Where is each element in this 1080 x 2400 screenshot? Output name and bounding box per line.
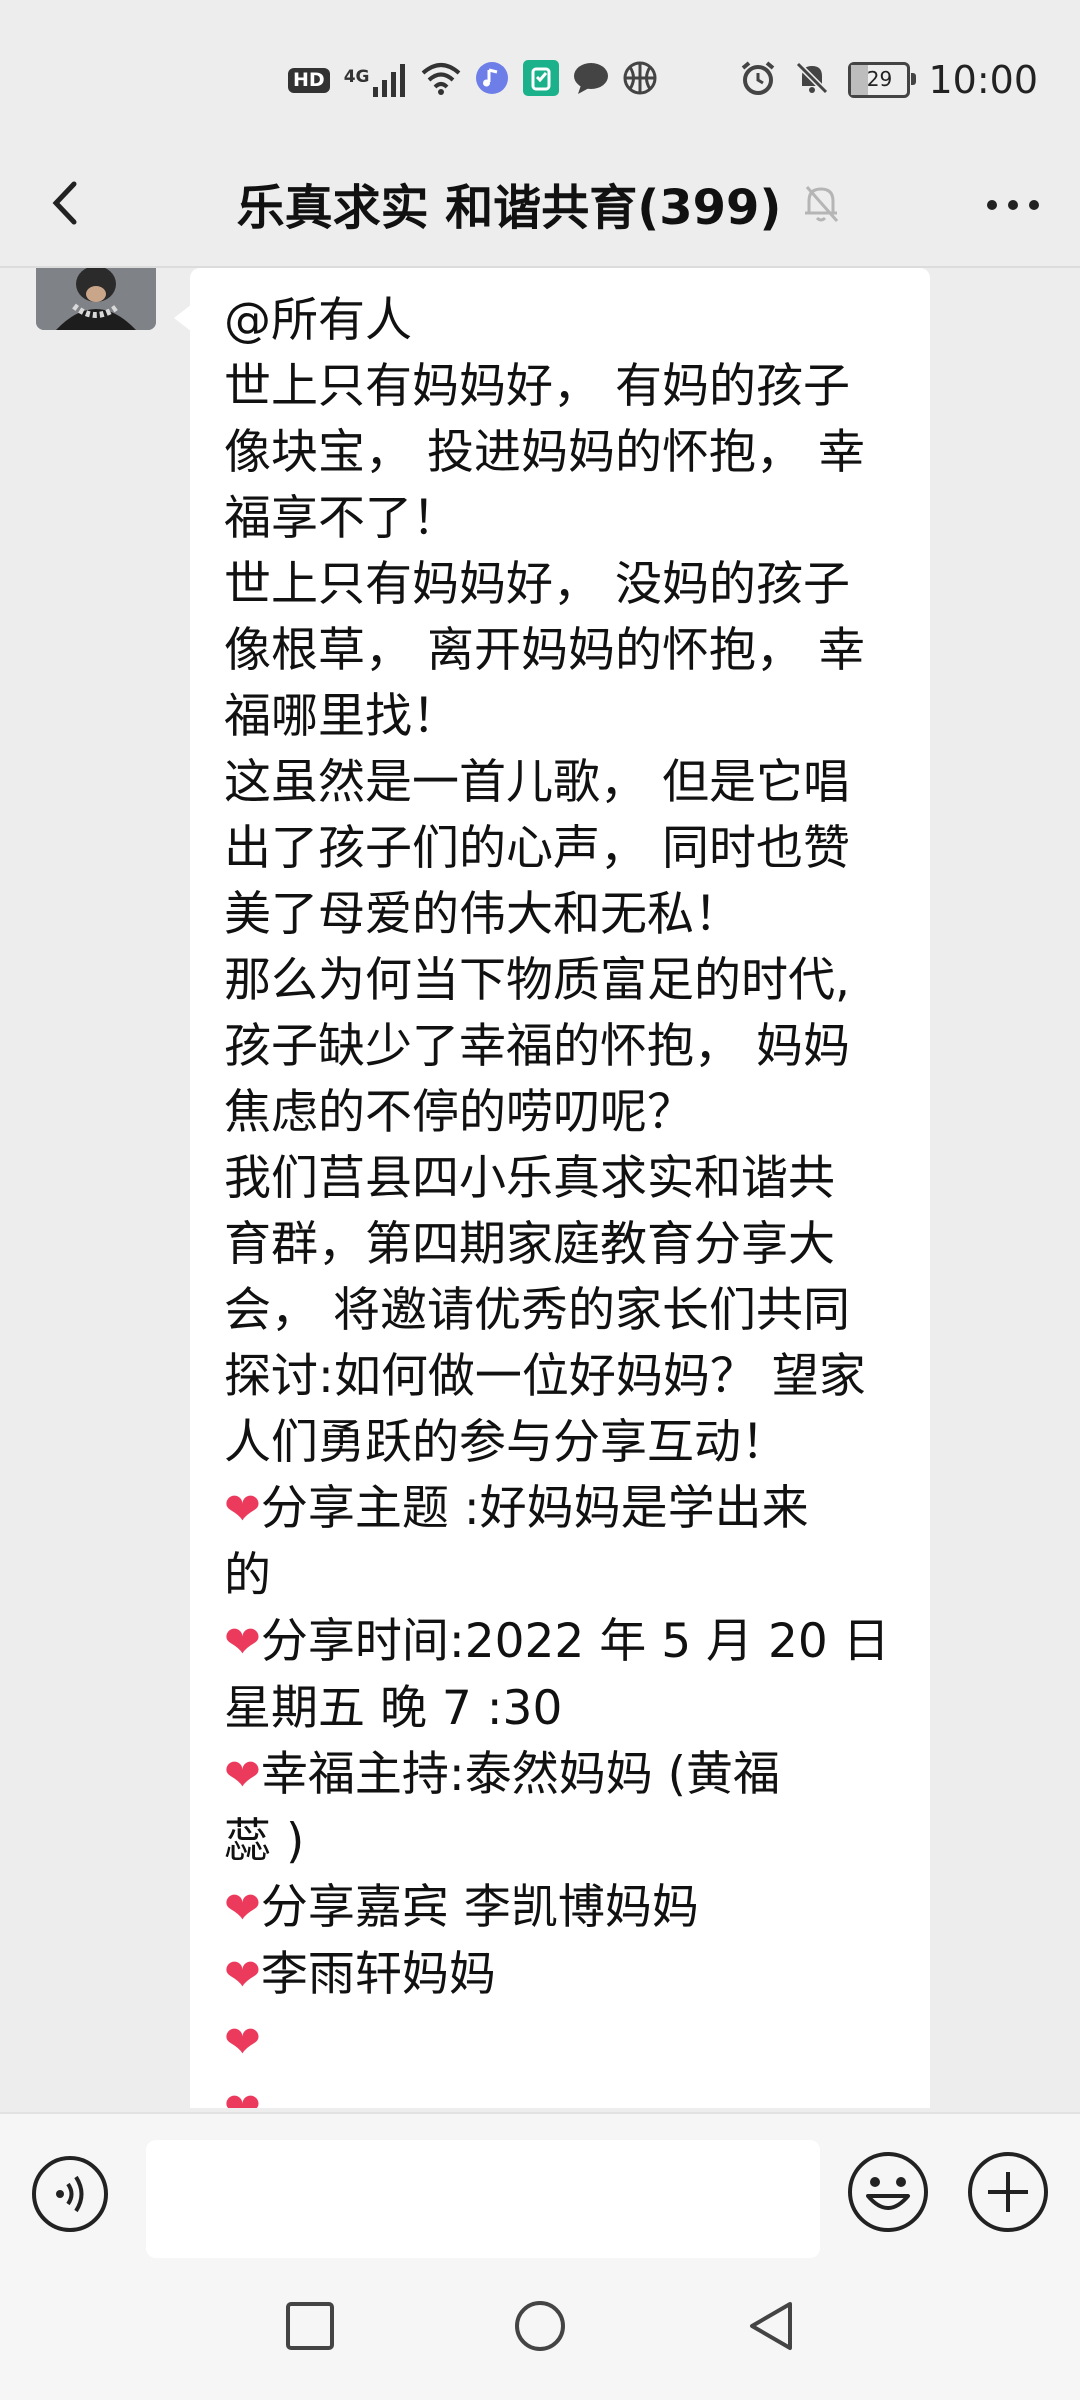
message-line: ❤分享时间:2022 年 5 月 20 日: [224, 1614, 890, 1669]
emoji-button[interactable]: [846, 2150, 930, 2234]
voice-icon: [32, 2156, 108, 2232]
message-bubble[interactable]: @所有人世上只有妈妈好， 有妈的孩子 像块宝， 投进妈妈的怀抱， 幸福享不了！ 世上…: [190, 268, 930, 2108]
message-line: 焦虑的不停的唠叨呢？: [224, 1085, 694, 1140]
back-nav-button[interactable]: [744, 2298, 800, 2354]
message-line: 出了孩子们的心声， 同时也赞: [224, 821, 850, 876]
hd-icon: HD: [288, 67, 330, 93]
message-line: 那么为何当下物质富足的时代,: [224, 953, 850, 1008]
avatar[interactable]: [36, 268, 156, 330]
chat-title: 乐真求实 和谐共育(399): [236, 180, 782, 236]
message-line: 的: [224, 1548, 271, 1603]
wifi-icon: [421, 61, 461, 99]
recent-apps-button[interactable]: [284, 2300, 336, 2352]
recent-apps-icon: [286, 2302, 334, 2350]
message-line: 孩子缺少了幸福的怀抱， 妈妈: [224, 1019, 850, 1074]
message-line: ❤: [224, 2009, 902, 2076]
app-icon: [523, 60, 560, 100]
heart-icon: ❤: [224, 1484, 261, 1535]
message-line: 福哪里找！: [224, 689, 459, 744]
clock: 10:00: [928, 58, 1038, 102]
message-icon: [573, 61, 609, 99]
status-icons-right: 29 10:00: [740, 56, 1038, 104]
home-icon: [515, 2301, 565, 2351]
message-line: ❤分享主题 :好妈妈是学出来: [224, 1481, 809, 1536]
status-icons-left: HD 4G: [288, 56, 657, 104]
message-line: ❤李雨轩妈妈: [224, 1947, 496, 2002]
heart-icon: ❤: [224, 1950, 261, 2001]
battery-icon: 29: [848, 62, 917, 98]
bell-off-icon: [805, 186, 839, 222]
message-line: 探讨:如何做一位好妈妈？ 望家: [224, 1349, 866, 1404]
message-line: 蕊 ): [224, 1814, 305, 1869]
battery-level: 29: [866, 67, 893, 91]
message-line: @所有人: [224, 293, 412, 348]
message-line: ❤幸福主持:泰然妈妈 (黄福: [224, 1747, 780, 1802]
battery-fill: [851, 65, 868, 95]
message-line: 美了母爱的伟大和无私！: [224, 887, 741, 942]
heart-icon: ❤: [224, 2017, 261, 2068]
network-type-label: 4G: [343, 67, 370, 87]
message-line: ❤分享嘉宾 李凯博妈妈: [224, 1880, 699, 1935]
back-icon: [750, 2302, 792, 2350]
basketball-icon: [623, 61, 657, 99]
status-bar: HD 4G 29 10:00: [0, 0, 1080, 140]
message-line: 育群，第四期家庭教育分享大: [224, 1217, 835, 1272]
message-line: 像块宝， 投进妈妈的怀抱， 幸: [224, 425, 865, 480]
message-line: 世上只有妈妈好， 有妈的孩子: [224, 359, 850, 414]
system-nav-bar: [0, 2282, 1080, 2400]
heart-icon: ❤: [224, 1883, 261, 1934]
message-line: 福享不了！: [224, 491, 459, 546]
title-wrap: 乐真求实 和谐共育(399): [0, 140, 1080, 266]
more-icon: [987, 200, 1039, 210]
add-button[interactable]: [966, 2150, 1050, 2234]
input-bar: [0, 2112, 1080, 2284]
voice-button[interactable]: [30, 2154, 110, 2234]
message-line: 世上只有妈妈好， 没妈的孩子: [224, 557, 850, 612]
message-line: 像根草， 离开妈妈的怀抱， 幸: [224, 623, 865, 678]
heart-icon: ❤: [224, 2084, 261, 2108]
alarm-icon: [740, 60, 776, 100]
message-input[interactable]: [146, 2140, 820, 2258]
music-icon: [475, 61, 509, 99]
message-line: 这虽然是一首儿歌， 但是它唱: [224, 755, 850, 810]
message-line: 我们莒县四小乐真求实和谐共: [224, 1151, 835, 1206]
heart-icon: ❤: [224, 1617, 261, 1668]
message-line: 星期五 晚 7 :30: [224, 1681, 563, 1736]
message-line: ❤: [224, 2076, 902, 2108]
home-button[interactable]: [512, 2298, 568, 2354]
mute-icon: [794, 60, 830, 100]
chat-header: 乐真求实 和谐共育(399): [0, 140, 1080, 268]
more-button[interactable]: [978, 170, 1048, 240]
emoji-icon: [848, 2152, 928, 2232]
message-line: 人们勇跃的参与分享互动！: [224, 1415, 788, 1470]
signal-icon: 4G: [344, 63, 408, 97]
heart-icon: ❤: [224, 1750, 261, 1801]
chat-area[interactable]: @所有人世上只有妈妈好， 有妈的孩子 像块宝， 投进妈妈的怀抱， 幸福享不了！ 世上…: [0, 268, 1080, 2108]
add-icon: [968, 2152, 1048, 2232]
message-line: 会， 将邀请优秀的家长们共同: [224, 1283, 850, 1338]
